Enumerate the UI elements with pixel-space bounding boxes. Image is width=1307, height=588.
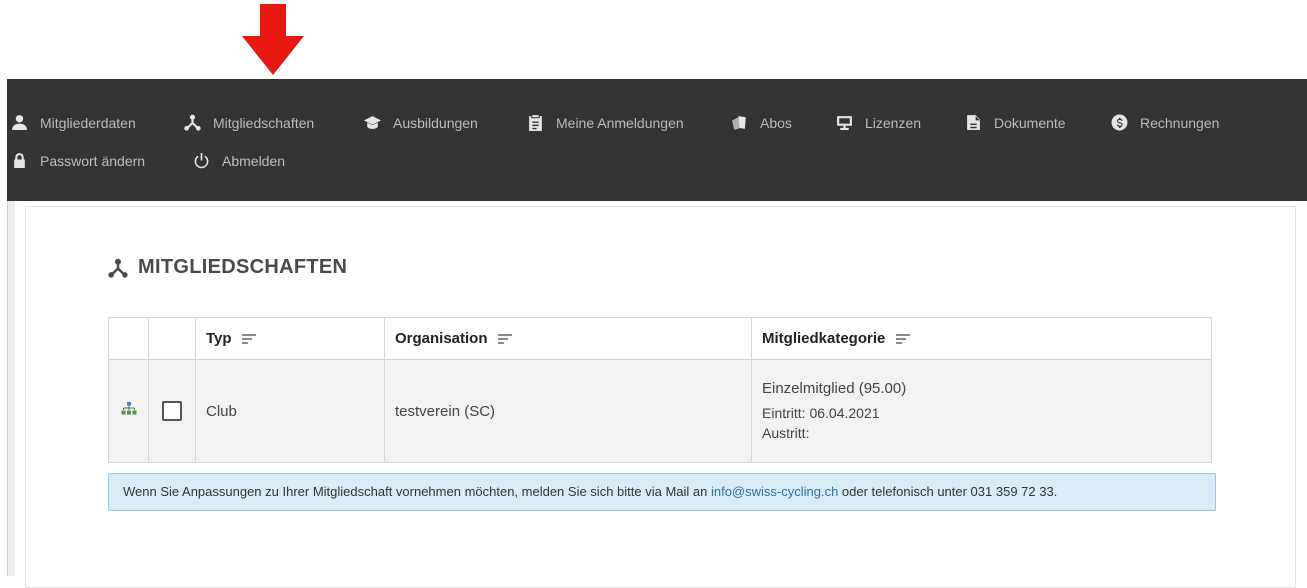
table-header-row: Typ Organisation Mitgliedkategorie [108,317,1212,360]
nav-item-label: Abos [760,114,792,131]
nav-item-mitgliedschaften[interactable]: Mitgliedschaften [184,114,314,131]
header-select-column [148,317,196,360]
dollar-circle-icon [1111,114,1128,131]
cell-organisation: testverein (SC) [384,359,752,463]
sort-icon[interactable] [497,334,512,344]
email-link[interactable]: info@swiss-cycling.ch [711,484,838,499]
nav-item-label: Ausbildungen [393,114,478,131]
cell-typ: Club [195,359,385,463]
nav-item-meine-anmeldungen[interactable]: Meine Anmeldungen [527,114,684,131]
nav-item-abmelden[interactable]: Abmelden [193,152,285,169]
document-icon [967,115,980,130]
org-chart-icon [121,402,136,415]
nav-item-rechnungen[interactable]: Rechnungen [1111,114,1219,131]
cell-kategorie: Einzelmitglied (95.00) Eintritt: 06.04.2… [751,359,1212,463]
sort-icon[interactable] [241,334,256,344]
tickets-icon [732,116,746,130]
header-icon-column [108,317,149,360]
nav-item-label: Dokumente [994,114,1066,131]
eintritt-date: Eintritt: 06.04.2021 [762,405,880,421]
clipboard-icon [529,115,542,131]
hierarchy-icon [108,258,128,278]
top-navigation: Mitgliederdaten Mitgliedschaften Ausbild… [7,79,1307,201]
austritt-date: Austritt: [762,425,810,441]
row-checkbox[interactable] [162,401,182,421]
nav-item-label: Mitgliederdaten [40,114,136,131]
row-icon-cell [108,359,149,463]
row-select-cell[interactable] [148,359,196,463]
info-alert: Wenn Sie Anpassungen zu Ihrer Mitgliedsc… [108,473,1216,511]
header-mitgliedkategorie[interactable]: Mitgliedkategorie [751,317,1212,360]
nav-item-mitgliederdaten[interactable]: Mitgliederdaten [11,114,136,131]
nav-item-abos[interactable]: Abos [731,114,792,131]
down-arrow-annotation [242,4,304,75]
graduation-cap-icon [364,116,381,129]
nav-item-label: Rechnungen [1140,114,1220,131]
nav-item-label: Mitgliedschaften [213,114,315,131]
page-title: MITGLIEDSCHAFTEN [108,256,347,279]
nav-item-ausbildungen[interactable]: Ausbildungen [364,114,478,131]
page-title-text: MITGLIEDSCHAFTEN [138,256,348,278]
nav-item-label: Lizenzen [865,114,922,131]
kategorie-value: Einzelmitglied (95.00) [762,380,907,397]
info-text-before: Wenn Sie Anpassungen zu Ihrer Mitgliedsc… [123,484,711,499]
nav-item-label: Abmelden [222,152,286,169]
power-icon [194,153,209,169]
table-row: Club testverein (SC) Einzelmitglied (95.… [108,359,1212,463]
nav-item-passwort-aendern[interactable]: Passwort ändern [11,152,145,169]
nav-item-dokumente[interactable]: Dokumente [965,114,1066,131]
nav-item-label: Meine Anmeldungen [556,114,684,131]
hierarchy-icon [184,114,201,131]
lock-icon [14,153,25,168]
memberships-table: Typ Organisation Mitgliedkategorie Club … [108,317,1212,463]
left-edge [7,201,15,576]
sort-icon[interactable] [895,334,910,344]
nav-item-lizenzen[interactable]: Lizenzen [836,114,921,131]
monitor-icon [837,116,852,130]
header-organisation[interactable]: Organisation [384,317,752,360]
person-icon [12,115,27,130]
nav-item-label: Passwort ändern [40,152,146,169]
info-text-after: oder telefonisch unter 031 359 72 33. [838,484,1058,499]
header-typ[interactable]: Typ [195,317,385,360]
